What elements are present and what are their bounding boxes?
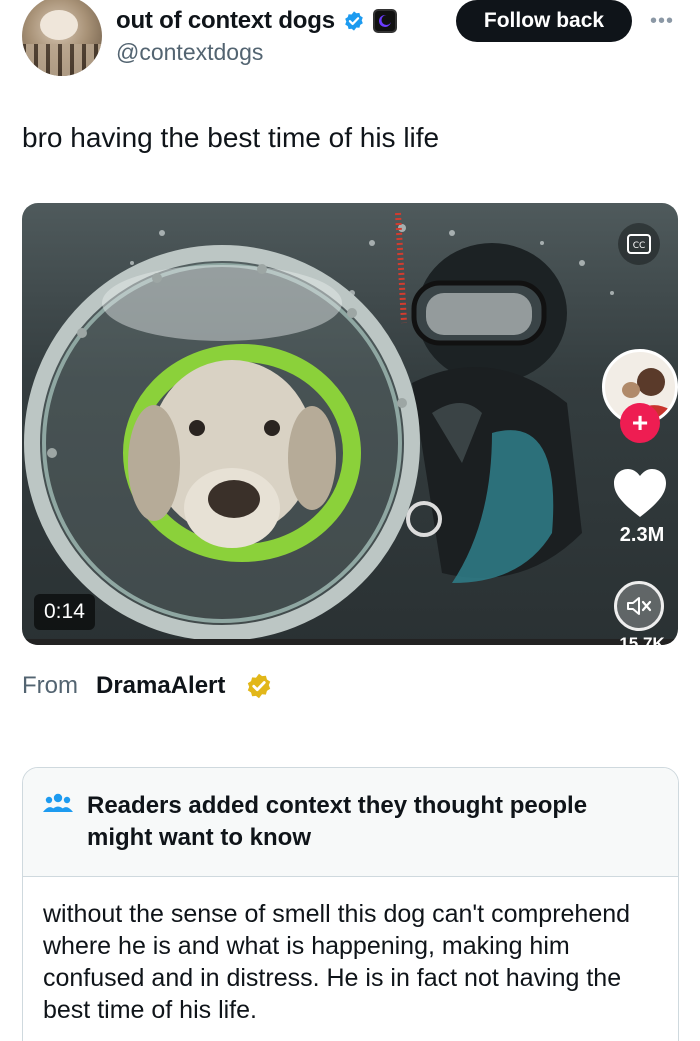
from-label: From: [22, 672, 78, 699]
author-handle[interactable]: @contextdogs: [116, 39, 263, 66]
people-icon: [43, 793, 73, 812]
follow-creator-plus-icon[interactable]: +: [620, 403, 660, 443]
video-player[interactable]: CC + 2.3M 15.7K 0:14: [22, 203, 678, 645]
captions-icon[interactable]: CC: [618, 223, 660, 265]
author-display-name[interactable]: out of context dogs: [116, 7, 335, 35]
gold-verified-badge-icon: [248, 673, 271, 699]
author-avatar[interactable]: [22, 0, 102, 76]
author-name-row: out of context dogs: [116, 4, 397, 38]
tweet-text: bro having the best time of his life: [22, 122, 440, 153]
community-note-title: Readers added context they thought peopl…: [87, 792, 588, 851]
follow-back-button[interactable]: Follow back: [456, 0, 632, 42]
community-note[interactable]: Readers added context they thought peopl…: [22, 767, 679, 1041]
community-note-body: without the sense of smell this dog can'…: [43, 900, 631, 1024]
avatar-crib-rail: [22, 44, 102, 76]
source-name[interactable]: DramaAlert: [96, 672, 225, 700]
tweet-page: out of context dogs @contextdogs Follow …: [0, 0, 700, 1041]
video-frame: [22, 212, 678, 645]
heart-icon[interactable]: [612, 467, 668, 519]
svg-text:CC: CC: [633, 241, 646, 251]
source-attribution: From DramaAlert: [22, 672, 273, 700]
more-icon[interactable]: •••: [650, 10, 674, 33]
verified-badge-icon: [345, 11, 363, 31]
share-count: 15.7K: [619, 634, 665, 645]
video-duration: 0:14: [34, 594, 95, 630]
affiliate-badge-icon: [372, 9, 397, 33]
avatar-dog-shape: [40, 10, 78, 40]
community-note-header: Readers added context they thought peopl…: [23, 768, 678, 877]
mute-icon[interactable]: [614, 581, 664, 631]
like-count: 2.3M: [619, 524, 665, 546]
